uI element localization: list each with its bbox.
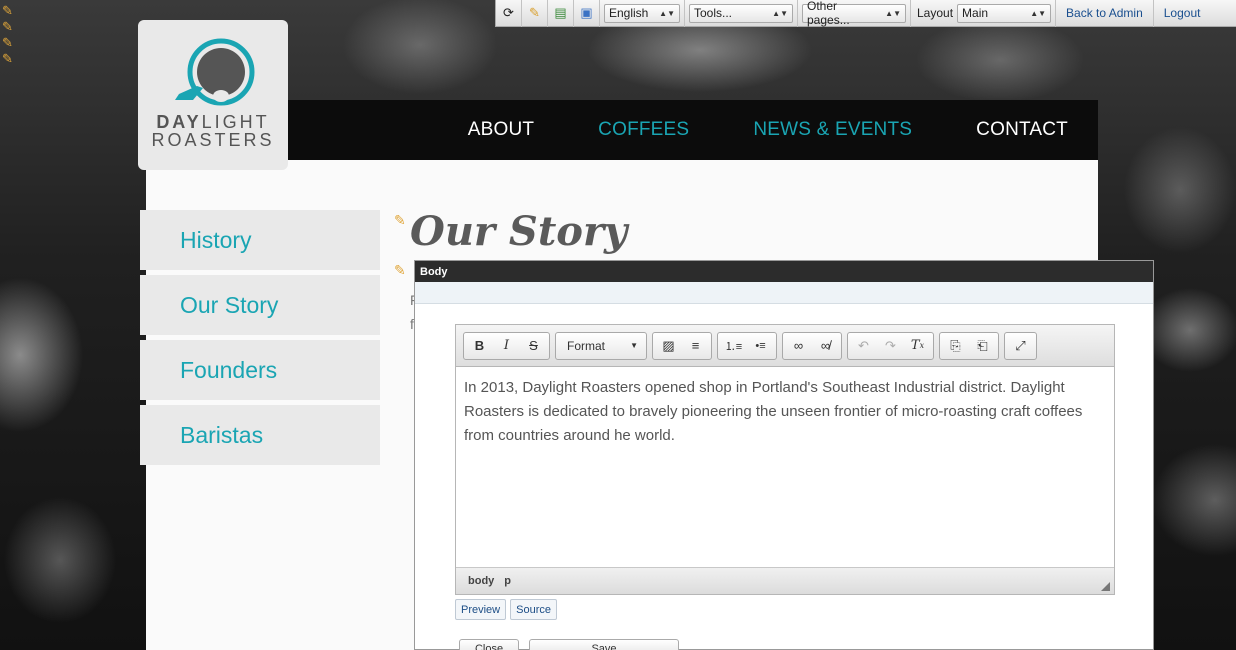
paste-group: ⎘ ⎗ xyxy=(939,331,999,360)
edit-pencils: ✎ ✎ ✎ ✎ xyxy=(2,4,13,66)
redo-icon[interactable]: ↷ xyxy=(877,334,904,358)
logout-link[interactable]: Logout xyxy=(1152,0,1211,27)
sidebar-item-baristas[interactable]: Baristas xyxy=(140,405,380,465)
back-to-admin-link[interactable]: Back to Admin xyxy=(1055,0,1153,27)
nav-contact[interactable]: CONTACT xyxy=(976,119,1068,141)
pencil-icon[interactable]: ✎ xyxy=(2,4,13,18)
body-editor-dialog: Body B I S Format ▼ ▨ ≡ ⒈≡ •≡ ∞ ∞̸ ↶ ↷ T… xyxy=(414,260,1154,650)
admin-toolbar: ⟳ ✎ ▤ ▣ English ▲▼ Tools... ▲▼ Other pages… xyxy=(495,0,1236,27)
remove-format-icon[interactable]: Tx xyxy=(904,334,931,358)
logo-roasters: ROASTERS xyxy=(151,130,275,150)
nav-about[interactable]: ABOUT xyxy=(468,119,534,141)
editor-content[interactable]: In 2013, Daylight Roasters opened shop i… xyxy=(456,367,1114,567)
updown-arrow-icon: ▲▼ xyxy=(1030,8,1047,18)
logo-day: DAY xyxy=(156,112,202,132)
pencil-icon[interactable]: ✎ xyxy=(522,0,548,27)
updown-arrow-icon: ▲▼ xyxy=(659,8,675,18)
format-dropdown-group: Format ▼ xyxy=(555,331,647,360)
link-group: ∞ ∞̸ xyxy=(782,331,842,360)
italic-button[interactable]: I xyxy=(493,334,520,358)
other-pages-select[interactable]: Other pages... ▲▼ xyxy=(802,0,906,27)
divider xyxy=(910,0,911,27)
tools-value: Tools... xyxy=(694,6,733,20)
save-button[interactable]: Save xyxy=(529,639,679,650)
insert-group: ▨ ≡ xyxy=(652,331,712,360)
image-icon[interactable]: ▣ xyxy=(574,0,600,27)
paste-icon[interactable]: ⎘ xyxy=(942,334,969,358)
divider xyxy=(684,0,685,27)
sidebar-item-founders[interactable]: Founders xyxy=(140,340,380,400)
sidebar: History Our Story Founders Baristas xyxy=(140,210,380,470)
strikethrough-button[interactable]: S xyxy=(520,334,547,358)
bold-button[interactable]: B xyxy=(466,334,493,358)
language-value: English xyxy=(609,6,649,20)
language-select[interactable]: English ▲▼ xyxy=(604,3,680,23)
path-body[interactable]: body xyxy=(468,575,494,587)
updown-arrow-icon: ▲▼ xyxy=(885,8,901,18)
layout-label: Layout xyxy=(917,6,954,20)
divider xyxy=(797,0,798,27)
source-button[interactable]: Source xyxy=(510,599,557,620)
sidebar-item-history[interactable]: History xyxy=(140,210,380,270)
layout-value: Main xyxy=(962,6,989,20)
dialog-actions: Close Save xyxy=(459,639,679,650)
numbered-list-icon[interactable]: ⒈≡ xyxy=(720,334,747,358)
maximize-icon[interactable]: ⤢ xyxy=(1007,334,1034,358)
pencil-icon[interactable]: ✎ xyxy=(394,262,406,279)
logo-light: LIGHT xyxy=(201,112,270,132)
bulleted-list-icon[interactable]: •≡ xyxy=(747,334,774,358)
paste-text-icon[interactable]: ⎗ xyxy=(969,334,996,358)
horizontal-rule-icon[interactable]: ≡ xyxy=(682,334,709,358)
element-path: body p xyxy=(456,567,1114,594)
caret-down-icon: ▼ xyxy=(630,341,638,350)
undo-icon[interactable]: ↶ xyxy=(850,334,877,358)
path-p[interactable]: p xyxy=(504,575,511,587)
close-button[interactable]: Close xyxy=(459,639,519,650)
refresh-icon[interactable]: ⟳ xyxy=(496,0,522,27)
preview-button[interactable]: Preview xyxy=(455,599,507,620)
other-pages-value: Other pages... xyxy=(807,0,850,27)
sidebar-item-our-story[interactable]: Our Story xyxy=(140,275,380,335)
dialog-strip xyxy=(415,282,1153,304)
unlink-icon[interactable]: ∞̸ xyxy=(812,334,839,358)
maximize-group: ⤢ xyxy=(1004,331,1037,360)
tools-select[interactable]: Tools... ▲▼ xyxy=(689,3,793,23)
page-title: Our Story xyxy=(410,208,628,255)
insert-image-icon[interactable]: ▨ xyxy=(655,334,682,358)
pencil-icon[interactable]: ✎ xyxy=(2,36,13,50)
resize-handle-icon[interactable] xyxy=(1101,582,1110,591)
format-dropdown[interactable]: Format ▼ xyxy=(558,334,644,358)
nav-coffees[interactable]: COFFEES xyxy=(598,119,689,141)
pencil-icon[interactable]: ✎ xyxy=(2,52,13,66)
logo[interactable]: DAYLIGHT ROASTERS xyxy=(138,20,288,170)
updown-arrow-icon: ▲▼ xyxy=(772,8,788,18)
layout-select[interactable]: Main ▲▼ xyxy=(957,3,1052,23)
pencil-icon[interactable]: ✎ xyxy=(394,212,406,229)
nav-news-events[interactable]: NEWS & EVENTS xyxy=(753,119,912,141)
editor-toolbar: B I S Format ▼ ▨ ≡ ⒈≡ •≡ ∞ ∞̸ ↶ ↷ T x ⎘ … xyxy=(456,325,1114,367)
rich-text-editor: B I S Format ▼ ▨ ≡ ⒈≡ •≡ ∞ ∞̸ ↶ ↷ T x ⎘ … xyxy=(455,324,1115,595)
format-label: Format xyxy=(567,338,606,353)
dialog-title: Body xyxy=(415,261,1153,282)
page-icon[interactable]: ▤ xyxy=(548,0,574,27)
coffee-cup-logo-icon xyxy=(175,38,255,106)
view-buttons: Preview Source xyxy=(455,599,557,620)
format-group: B I S xyxy=(463,331,550,360)
link-icon[interactable]: ∞ xyxy=(785,334,812,358)
logo-wordmark: DAYLIGHT xyxy=(156,113,269,131)
list-group: ⒈≡ •≡ xyxy=(717,331,777,360)
pencil-icon[interactable]: ✎ xyxy=(2,20,13,34)
history-group: ↶ ↷ Tx xyxy=(847,331,934,360)
main-nav: ABOUT COFFEES NEWS & EVENTS CONTACT xyxy=(146,100,1098,160)
